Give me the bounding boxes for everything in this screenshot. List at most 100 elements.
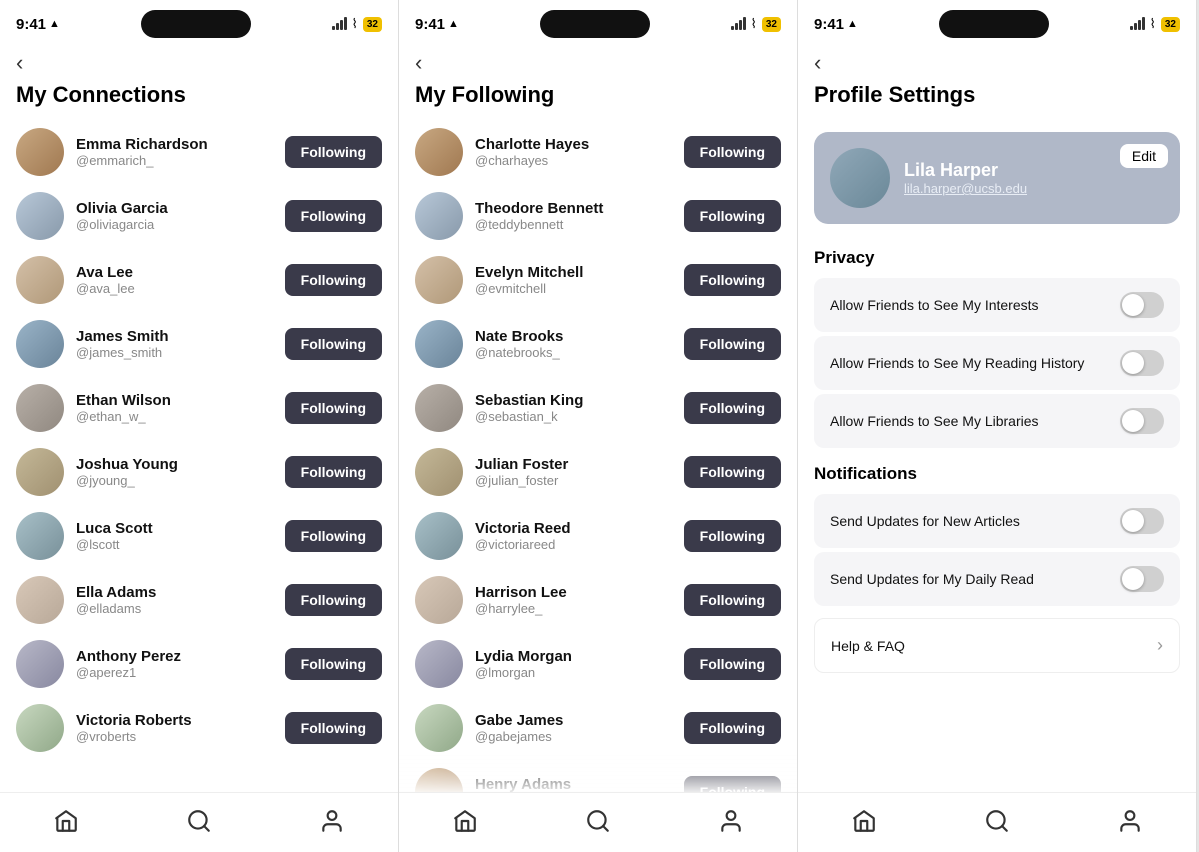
user-info: Ethan Wilson @ethan_w_ [76,392,273,424]
back-button[interactable]: ‹ [16,52,23,74]
following-button[interactable]: Following [285,264,382,296]
avatar [16,192,64,240]
following-button[interactable]: Following [285,648,382,680]
settings-label: Allow Friends to See My Reading History [830,355,1084,371]
avatar [415,448,463,496]
following-button[interactable]: Following [684,136,781,168]
avatar [16,320,64,368]
following-button[interactable]: Following [285,584,382,616]
profile-nav-icon[interactable] [1108,799,1152,843]
help-label: Help & FAQ [831,638,905,654]
profile-card-info: Lila Harper lila.harper@ucsb.edu [904,160,1027,196]
profile-email: lila.harper@ucsb.edu [904,181,1027,196]
avatar [16,256,64,304]
user-name: Luca Scott [76,520,273,537]
following-button[interactable]: Following [285,328,382,360]
user-handle: @lscott [76,537,273,552]
nav-header: ‹ [399,44,797,78]
profile-card: Lila Harper lila.harper@ucsb.edu Edit [814,132,1180,224]
toggle[interactable] [1120,350,1164,376]
user-handle: @harrylee_ [475,601,672,616]
connection-item: Julian Foster @julian_foster Following [399,440,797,504]
user-info: Sebastian King @sebastian_k [475,392,672,424]
user-handle: @ava_lee [76,281,273,296]
toggle[interactable] [1120,508,1164,534]
user-info: Gabe James @gabejames [475,712,672,744]
user-handle: @oliviagarcia [76,217,273,232]
following-button[interactable]: Following [684,776,781,792]
user-info: Julian Foster @julian_foster [475,456,672,488]
profile-nav-icon[interactable] [310,799,354,843]
avatar [16,448,64,496]
avatar [415,512,463,560]
following-button[interactable]: Following [285,392,382,424]
connection-item: Charlotte Hayes @charhayes Following [399,120,797,184]
following-button[interactable]: Following [684,264,781,296]
user-name: Victoria Roberts [76,712,273,729]
avatar [415,640,463,688]
user-info: Olivia Garcia @oliviagarcia [76,200,273,232]
avatar [16,128,64,176]
location-arrow: ▲ [49,18,60,30]
avatar [415,192,463,240]
settings-item: Allow Friends to See My Libraries [814,394,1180,448]
following-button[interactable]: Following [684,648,781,680]
following-button[interactable]: Following [684,328,781,360]
following-button[interactable]: Following [285,520,382,552]
toggle[interactable] [1120,292,1164,318]
edit-button[interactable]: Edit [1120,144,1168,168]
back-button[interactable]: ‹ [415,52,422,74]
back-button[interactable]: ‹ [814,52,821,74]
user-info: Henry Adams @henry_adams [475,776,672,792]
search-nav-icon[interactable] [576,799,620,843]
following-button[interactable]: Following [684,712,781,744]
following-button[interactable]: Following [684,200,781,232]
profile-nav-icon[interactable] [709,799,753,843]
avatar [415,320,463,368]
connection-item: Victoria Roberts @vroberts Following [0,696,398,760]
home-nav-icon[interactable] [44,799,88,843]
search-nav-icon[interactable] [975,799,1019,843]
user-name: Sebastian King [475,392,672,409]
home-nav-icon[interactable] [443,799,487,843]
profile-avatar [830,148,890,208]
notification-item: Send Updates for New Articles [814,494,1180,548]
following-button[interactable]: Following [684,584,781,616]
following-button[interactable]: Following [684,456,781,488]
content-scroll[interactable]: Charlotte Hayes @charhayes Following The… [399,120,797,792]
following-button[interactable]: Following [684,392,781,424]
following-button[interactable]: Following [285,200,382,232]
content-scroll[interactable]: Emma Richardson @emmarich_ Following Oli… [0,120,398,792]
avatar [16,704,64,752]
connection-item: Anthony Perez @aperez1 Following [0,632,398,696]
user-info: Anthony Perez @aperez1 [76,648,273,680]
user-name: Lydia Morgan [475,648,672,665]
search-nav-icon[interactable] [177,799,221,843]
user-info: Ella Adams @elladams [76,584,273,616]
connection-item: Lydia Morgan @lmorgan Following [399,632,797,696]
page-title: Profile Settings [798,78,1196,120]
content-scroll[interactable]: Lila Harper lila.harper@ucsb.edu Edit Pr… [798,120,1196,792]
time-text: 9:41 [415,16,445,33]
user-info: Luca Scott @lscott [76,520,273,552]
user-info: Victoria Reed @victoriareed [475,520,672,552]
privacy-section-title: Privacy [798,236,1196,274]
following-button[interactable]: Following [285,456,382,488]
location-arrow: ▲ [847,18,858,30]
following-button[interactable]: Following [684,520,781,552]
user-name: Julian Foster [475,456,672,473]
user-handle: @natebrooks_ [475,345,672,360]
connection-item: Ethan Wilson @ethan_w_ Following [0,376,398,440]
connection-item: Joshua Young @jyoung_ Following [0,440,398,504]
home-nav-icon[interactable] [842,799,886,843]
phone-following: 9:41 ▲ ⌇ 32 ‹ My Following [399,0,798,852]
following-button[interactable]: Following [285,712,382,744]
notification-label: Send Updates for New Articles [830,513,1020,529]
phones-container: 9:41 ▲ ⌇ 32 ‹ My Connections [0,0,1199,852]
toggle[interactable] [1120,408,1164,434]
connection-item: Luca Scott @lscott Following [0,504,398,568]
following-button[interactable]: Following [285,136,382,168]
toggle[interactable] [1120,566,1164,592]
user-name: Ava Lee [76,264,273,281]
help-faq-item[interactable]: Help & FAQ › [814,618,1180,673]
